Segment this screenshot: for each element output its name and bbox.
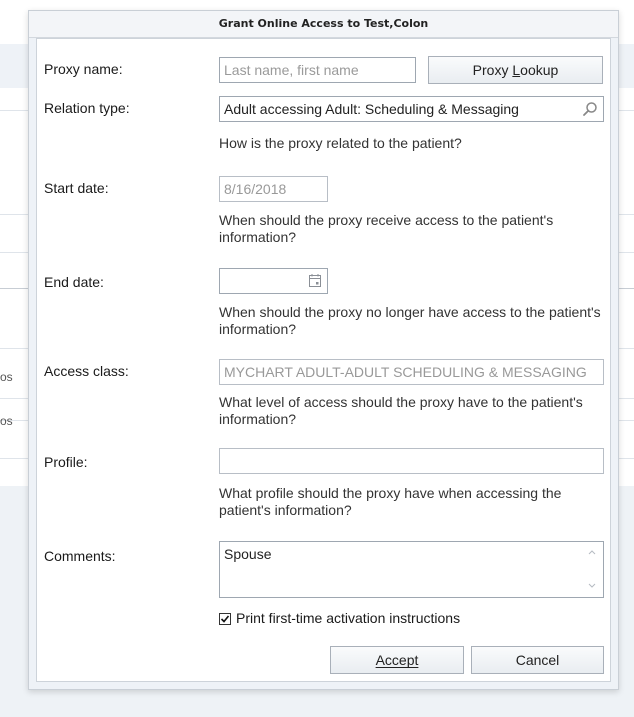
access-class-hint: What level of access should the proxy ha… — [219, 394, 583, 427]
proxy-lookup-label: Proxy Lookup — [472, 62, 559, 78]
background-text-fragment: os — [0, 414, 13, 428]
proxy-name-input[interactable]: Last name, first name — [219, 57, 416, 83]
relation-type-label: Relation type: — [44, 100, 130, 116]
comments-textarea[interactable]: Spouse — [219, 541, 604, 598]
print-instructions-checkbox[interactable] — [219, 613, 231, 625]
proxy-name-label: Proxy name: — [44, 61, 123, 77]
background-text-fragment: os — [0, 370, 13, 384]
grant-access-dialog: Grant Online Access to Test,Colon Proxy … — [28, 10, 619, 690]
access-class-label: Access class: — [44, 363, 129, 379]
print-instructions-label[interactable]: Print first-time activation instructions — [236, 610, 460, 626]
start-date-input[interactable]: 8/16/2018 — [219, 176, 328, 202]
calendar-icon[interactable] — [308, 273, 322, 288]
search-icon[interactable] — [582, 101, 598, 117]
access-class-input[interactable]: MYCHART ADULT-ADULT SCHEDULING & MESSAGI… — [219, 359, 604, 385]
comments-scrollbar[interactable] — [587, 546, 597, 592]
start-date-value: 8/16/2018 — [224, 181, 287, 197]
profile-input[interactable] — [219, 448, 604, 474]
access-class-value: MYCHART ADULT-ADULT SCHEDULING & MESSAGI… — [224, 364, 587, 380]
relation-type-hint: How is the proxy related to the patient? — [219, 135, 462, 151]
accept-label: Accept — [375, 652, 419, 668]
end-date-label: End date: — [44, 274, 104, 290]
proxy-name-placeholder: Last name, first name — [224, 62, 359, 78]
accept-button[interactable]: Accept — [330, 646, 464, 674]
start-date-label: Start date: — [44, 180, 109, 196]
cancel-label: Cancel — [515, 652, 560, 668]
relation-type-value: Adult accessing Adult: Scheduling & Mess… — [224, 101, 519, 117]
start-date-hint: When should the proxy receive access to … — [219, 212, 554, 245]
comments-value: Spouse — [224, 546, 272, 562]
dialog-title: Grant Online Access to Test,Colon — [29, 11, 618, 38]
profile-label: Profile: — [44, 454, 88, 470]
comments-label: Comments: — [44, 548, 116, 564]
profile-hint: What profile should the proxy have when … — [219, 485, 562, 518]
end-date-hint: When should the proxy no longer have acc… — [219, 304, 601, 337]
cancel-button[interactable]: Cancel — [471, 646, 604, 674]
dialog-content: Proxy name: Last name, first name Proxy … — [36, 38, 611, 682]
proxy-lookup-button[interactable]: Proxy Lookup — [428, 56, 603, 84]
relation-type-input[interactable]: Adult accessing Adult: Scheduling & Mess… — [219, 96, 604, 122]
